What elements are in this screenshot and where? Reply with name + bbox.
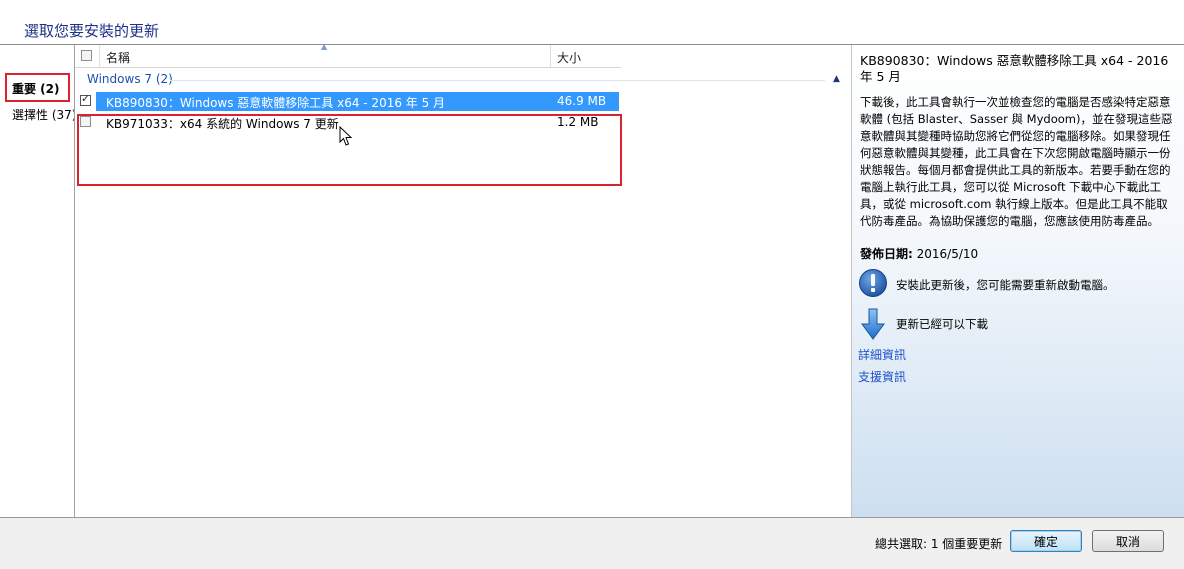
category-pane: 重要 (2) 選擇性 (37) [0, 45, 76, 517]
sort-ascending-icon: ▲ [321, 42, 328, 51]
mouse-cursor-icon [339, 126, 353, 146]
published-date-label: 發佈日期: [860, 247, 913, 261]
footer-bar: 總共選取: 1 個重要更新 確定 取消 [0, 518, 1184, 569]
group-divider [170, 80, 825, 81]
column-header-size[interactable]: 大小 [557, 49, 581, 66]
highlight-box-list [77, 114, 622, 186]
row-checkbox[interactable] [80, 92, 91, 106]
more-info-link[interactable]: 詳細資訊 [858, 346, 906, 363]
download-arrow-icon [861, 308, 885, 340]
details-title: KB890830：Windows 惡意軟體移除工具 x64 - 2016 年 5… [860, 53, 1169, 84]
group-header-windows7[interactable]: Windows 7 (2) [87, 72, 173, 86]
download-note: 更新已經可以下載 [896, 317, 988, 331]
column-header: 名稱 ▲ 大小 [75, 42, 621, 68]
update-size: 46.9 MB [557, 94, 607, 108]
support-info-link[interactable]: 支援資訊 [858, 368, 906, 385]
details-pane: KB890830：Windows 惡意軟體移除工具 x64 - 2016 年 5… [851, 45, 1184, 517]
cancel-button[interactable]: 取消 [1092, 530, 1164, 552]
published-date-value: 2016/5/10 [916, 247, 979, 261]
column-divider[interactable] [99, 45, 100, 67]
select-all-checkbox[interactable] [81, 50, 92, 61]
info-exclamation-icon [859, 269, 887, 297]
selection-total: 總共選取: 1 個重要更新 [875, 537, 1003, 551]
category-optional[interactable]: 選擇性 (37) [12, 106, 76, 123]
published-date: 發佈日期: 2016/5/10 [860, 245, 978, 262]
table-row[interactable]: KB890830：Windows 惡意軟體移除工具 x64 - 2016 年 5… [75, 92, 619, 111]
column-header-name[interactable]: 名稱 [106, 49, 130, 66]
restart-note: 安裝此更新後，您可能需要重新啟動電腦。 [896, 278, 1115, 292]
highlight-box-category [5, 73, 70, 102]
column-divider[interactable] [550, 45, 551, 67]
update-name[interactable]: KB890830：Windows 惡意軟體移除工具 x64 - 2016 年 5… [106, 94, 445, 111]
ok-button[interactable]: 確定 [1010, 530, 1082, 552]
details-description: 下載後，此工具會執行一次並檢查您的電腦是否感染特定惡意軟體 (包括 Blaste… [860, 95, 1173, 228]
chevron-up-icon[interactable]: ▲ [833, 74, 840, 84]
window-title: 選取您要安裝的更新 [24, 22, 160, 40]
